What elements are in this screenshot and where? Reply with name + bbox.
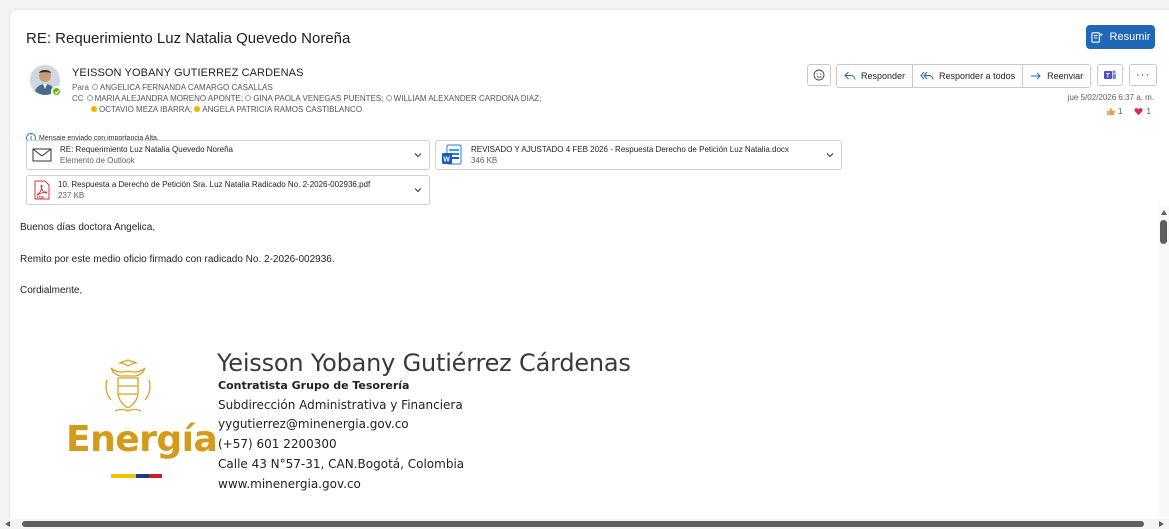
presence-offline-icon <box>245 94 252 101</box>
teams-icon: T <box>1104 70 1117 80</box>
attachment-name: 10. Respuesta a Derecho de Petición Sra.… <box>58 180 371 189</box>
svg-text:PDF: PDF <box>37 195 45 199</box>
scroll-up-arrow-icon[interactable] <box>1161 210 1167 215</box>
reply-button-group: Responder Responder a todos Reenviar <box>836 64 1092 88</box>
recipient[interactable]: MARIA ALEJANDRA MORENO APONTE; <box>95 94 243 103</box>
signature-phone: (+57) 601 2200300 <box>218 437 337 451</box>
scrollbar-thumb[interactable] <box>1160 220 1167 244</box>
forward-arrow-icon <box>1031 72 1041 80</box>
reply-icon <box>844 71 856 80</box>
reaction-count: 1 <box>1118 107 1123 116</box>
presence-offline-icon <box>86 94 93 101</box>
presence-offline-icon <box>91 83 98 90</box>
attachment-type: Elemento de Outlook <box>60 156 135 165</box>
heart-reaction[interactable]: 1 <box>1134 107 1151 116</box>
reply-button[interactable]: Responder <box>837 65 914 87</box>
thumbs-up-reaction[interactable]: 1 <box>1106 107 1122 116</box>
reply-all-icon <box>920 71 934 80</box>
attachment-name: RE: Requerimiento Luz Natalia Quevedo No… <box>60 145 233 154</box>
body-closing: Cordialmente, <box>20 285 83 296</box>
to-label: Para <box>72 83 89 92</box>
summarize-button[interactable]: Resumir <box>1086 25 1155 49</box>
reactions-bar: 1 1 <box>1106 107 1151 116</box>
recipient[interactable]: GINA PAOLA VENEGAS PUENTES; <box>253 94 383 103</box>
presence-away-icon <box>91 105 97 112</box>
signature-name: Yeisson Yobany Gutiérrez Cárdenas <box>217 349 631 377</box>
thumbs-up-icon <box>1106 107 1115 116</box>
emoji-reaction-button[interactable] <box>807 64 831 86</box>
svg-text:T: T <box>1106 74 1110 80</box>
summarize-icon <box>1090 31 1103 43</box>
attachment-docx[interactable]: W REVISADO Y AJUSTADO 4 FEB 2026 - Respu… <box>435 140 842 170</box>
forward-label: Reenviar <box>1047 71 1084 81</box>
presence-away-icon <box>194 105 201 112</box>
energia-logo-text: Energía <box>66 419 218 460</box>
chevron-down-icon[interactable] <box>825 150 835 160</box>
word-icon: W <box>442 144 462 165</box>
vertical-scrollbar[interactable] <box>1159 206 1169 516</box>
forward-button[interactable]: Reenviar <box>1023 65 1091 87</box>
smiley-icon <box>813 69 825 81</box>
pdf-icon: PDF <box>34 180 50 200</box>
signature-website[interactable]: www.minenergia.gov.co <box>218 477 361 491</box>
teams-button[interactable]: T <box>1097 64 1124 86</box>
recipient[interactable]: OCTAVIO MEZA IBARRA; <box>99 105 192 114</box>
cc-recipients-line2: OCTAVIO MEZA IBARRA; ANGELA PATRICIA RAM… <box>91 105 362 114</box>
scroll-right-arrow-icon[interactable] <box>1159 521 1164 527</box>
heart-icon <box>1134 108 1143 116</box>
colombia-flag-bar <box>111 474 162 478</box>
attachment-outlook-item[interactable]: RE: Requerimiento Luz Natalia Quevedo No… <box>26 140 430 170</box>
chevron-down-icon[interactable] <box>413 150 423 160</box>
cc-label: CC <box>72 94 84 103</box>
body-paragraph: Remito por este medio oficio firmado con… <box>20 254 335 265</box>
cc-recipients: CC MARIA ALEJANDRA MORENO APONTE; GINA PA… <box>72 94 541 103</box>
scrollbar-thumb[interactable] <box>22 521 1144 527</box>
horizontal-scrollbar[interactable] <box>0 519 1169 529</box>
attachment-size: 237 KB <box>58 191 85 200</box>
reply-all-label: Responder a todos <box>939 71 1016 81</box>
signature-address: Calle 43 N°57-31, CAN.Bogotá, Colombia <box>218 457 465 471</box>
coat-of-arms-logo <box>105 359 151 412</box>
signature-role: Contratista Grupo de Tesorería <box>218 379 410 392</box>
summarize-label: Resumir <box>1109 31 1151 43</box>
attachment-pdf[interactable]: PDF 10. Respuesta a Derecho de Petición … <box>26 175 430 205</box>
presence-available-icon <box>51 86 62 97</box>
more-icon: ··· <box>1136 69 1151 81</box>
received-timestamp: jue 5/02/2026 6:37 a. m. <box>1067 93 1154 102</box>
attachment-name: REVISADO Y AJUSTADO 4 FEB 2026 - Respues… <box>471 145 789 154</box>
chevron-down-icon[interactable] <box>413 185 423 195</box>
email-subject: RE: Requerimiento Luz Natalia Quevedo No… <box>26 30 351 47</box>
attachment-size: 346 KB <box>471 156 498 165</box>
more-options-button[interactable]: ··· <box>1129 64 1158 86</box>
reaction-count: 1 <box>1146 107 1151 116</box>
recipient[interactable]: ANGELA PATRICIA RAMOS CASTIBLANCO <box>202 105 362 114</box>
scroll-left-arrow-icon[interactable] <box>5 521 10 527</box>
reply-all-button[interactable]: Responder a todos <box>913 65 1024 87</box>
presence-offline-icon <box>385 94 392 101</box>
body-greeting: Buenos días doctora Angelica, <box>20 222 156 233</box>
signature-email[interactable]: yygutierrez@minenergia.gov.co <box>218 417 409 431</box>
sender-name[interactable]: YEISSON YOBANY GUTIERREZ CARDENAS <box>72 67 304 79</box>
recipient[interactable]: WILLIAM ALEXANDER CARDONA DIAZ; <box>394 94 542 103</box>
to-recipients: Para ANGELICA FERNANDA CAMARGO CASALLAS <box>72 83 273 92</box>
email-reading-pane: RE: Requerimiento Luz Natalia Quevedo No… <box>10 10 1169 529</box>
mail-icon <box>32 148 52 162</box>
svg-text:W: W <box>443 157 450 164</box>
reply-label: Responder <box>861 71 906 81</box>
action-toolbar: Responder Responder a todos Reenviar T ·… <box>807 64 1158 88</box>
recipient[interactable]: ANGELICA FERNANDA CAMARGO CASALLAS <box>100 83 273 92</box>
signature-department: Subdirección Administrativa y Financiera <box>218 398 463 412</box>
